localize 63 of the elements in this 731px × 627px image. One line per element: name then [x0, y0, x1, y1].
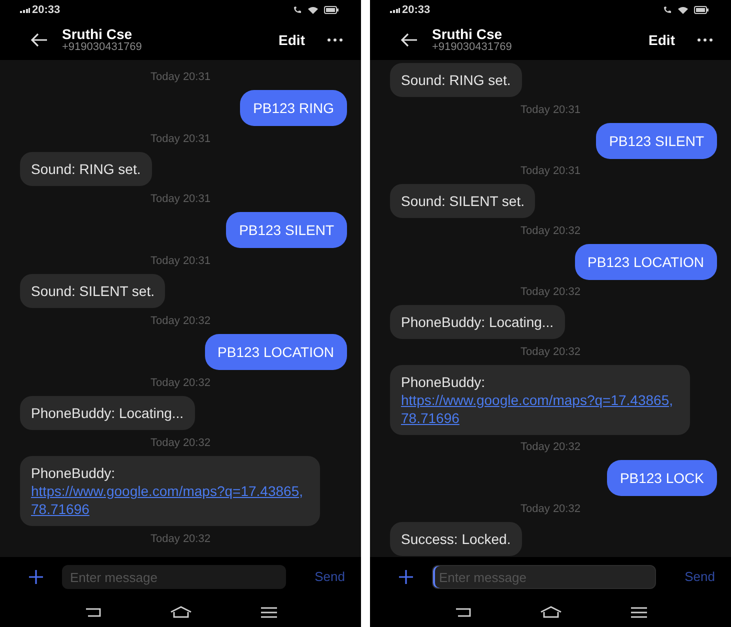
contact-name: Sruthi Cse — [62, 27, 134, 41]
more-options-icon[interactable] — [697, 38, 713, 42]
battery-icon — [694, 6, 709, 14]
message-timestamp: Today 20:32 — [520, 440, 580, 456]
message-timestamp: Today 20:31 — [520, 164, 580, 180]
message-input[interactable]: Enter message — [62, 565, 286, 589]
back-arrow-icon[interactable] — [30, 33, 48, 47]
message-timestamp: Today 20:31 — [520, 102, 580, 118]
message-timestamp: Today 20:32 — [520, 344, 580, 360]
edit-button[interactable]: Edit — [278, 30, 305, 50]
sent-message-bubble: PB123 LOCATION — [574, 244, 717, 280]
battery-icon — [324, 6, 339, 14]
send-button[interactable]: Send — [684, 567, 715, 587]
message-timestamp: Today 20:32 — [520, 285, 580, 300]
menu-icon[interactable] — [260, 606, 276, 618]
message-text: Sound: SILENT set. — [31, 282, 154, 300]
message-timestamp: Today 20:32 — [520, 224, 580, 239]
back-icon[interactable] — [454, 607, 470, 617]
add-icon[interactable] — [398, 569, 414, 585]
message-timestamp: Today 20:32 — [150, 376, 210, 391]
status-time: 20:33 — [32, 2, 60, 18]
home-icon[interactable] — [540, 606, 562, 618]
message-timestamp: Today 20:32 — [520, 502, 580, 517]
status-time: 20:33 — [402, 2, 430, 18]
phone-icon — [293, 6, 302, 14]
message-timestamp: Today 20:32 — [150, 314, 210, 329]
sent-message-bubble: PB123 LOCATION — [204, 334, 347, 370]
message-timestamp: Today 20:31 — [150, 132, 210, 147]
message-text: Sound: RING set. — [401, 71, 511, 89]
message-text: PhoneBuddy: Locating... — [401, 313, 554, 332]
message-text: PhoneBuddy: — [31, 464, 116, 482]
send-button[interactable]: Send — [314, 567, 345, 587]
more-options-icon[interactable] — [327, 38, 343, 42]
message-timestamp: Today 20:31 — [150, 192, 210, 207]
message-text: Success: Locked. — [401, 530, 511, 548]
message-timestamp: Today 20:32 — [150, 436, 210, 451]
home-icon[interactable] — [170, 606, 192, 618]
contact-number: +919030431769 — [62, 42, 142, 53]
signal-icon — [390, 7, 400, 13]
phone-icon — [663, 6, 672, 14]
map-link[interactable]: https://www.google.com/maps?q=17.43865,78.71696 — [31, 482, 309, 518]
message-text: Sound: RING set. — [31, 160, 141, 178]
wifi-icon — [308, 6, 318, 14]
sent-message-bubble: PB123 LOCK — [606, 460, 717, 496]
add-icon[interactable] — [28, 569, 44, 585]
sent-message-bubble: PB123 SILENT — [596, 122, 717, 159]
message-timestamp: Today 20:31 — [150, 70, 210, 85]
contact-name: Sruthi Cse — [432, 27, 504, 41]
sent-message-bubble: PB123 RING — [240, 90, 347, 126]
message-text: PhoneBuddy: — [401, 372, 486, 391]
contact-number: +919030431769 — [432, 42, 512, 53]
signal-icon — [20, 7, 30, 13]
message-text: Sound: SILENT set. — [401, 192, 524, 210]
menu-icon[interactable] — [630, 606, 646, 618]
back-icon[interactable] — [84, 607, 100, 617]
message-timestamp: Today 20:32 — [150, 532, 210, 547]
message-timestamp: Today 20:31 — [150, 254, 210, 269]
message-text: PhoneBuddy: Locating... — [31, 404, 184, 422]
wifi-icon — [678, 6, 688, 14]
sent-message-bubble: PB123 SILENT — [226, 212, 347, 248]
map-link[interactable]: https://www.google.com/maps?q=17.43865,78.71696 — [401, 390, 679, 427]
back-arrow-icon[interactable] — [400, 33, 418, 47]
edit-button[interactable]: Edit — [648, 30, 675, 50]
